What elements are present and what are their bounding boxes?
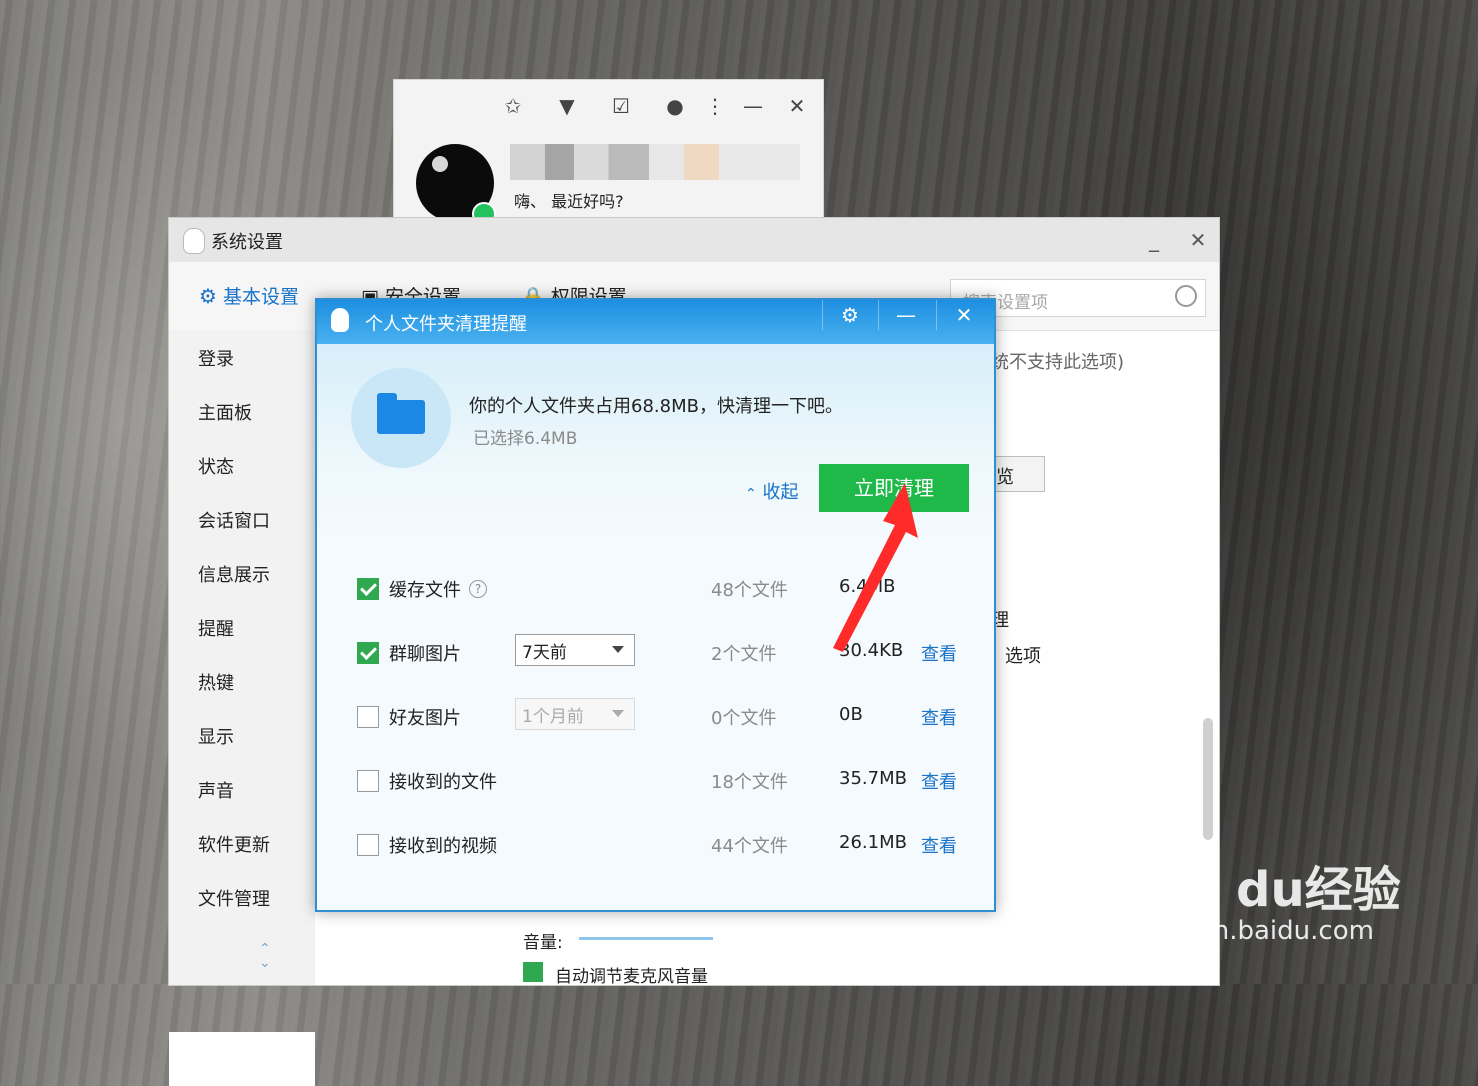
row-count: 2个文件: [711, 644, 777, 665]
sidebar-item[interactable]: 声音: [198, 777, 234, 803]
medal-icon[interactable]: ●: [662, 94, 688, 118]
list-item: 好友图片 1个月前 0个文件 0B 查看: [317, 698, 994, 738]
skin-icon[interactable]: ▼: [554, 94, 580, 118]
list-item: 缓存文件 ? 48个文件 6.4MB: [317, 570, 994, 610]
view-link[interactable]: 查看: [921, 704, 957, 730]
auto-mic-label: 自动调节麦克风音量: [555, 967, 708, 987]
collapse-link[interactable]: ⌃ 收起: [745, 478, 798, 504]
nav-active-bg: [169, 1032, 315, 1086]
qq-penguin-icon: [183, 228, 205, 254]
friend-images-age-select[interactable]: 1个月前: [515, 698, 635, 730]
sidebar-item[interactable]: 信息展示: [198, 561, 270, 587]
list-item: 群聊图片 7天前 2个文件 30.4KB 查看: [317, 634, 994, 674]
row-size: 0B: [839, 704, 863, 725]
chevron-up-icon: ⌃: [745, 486, 757, 502]
row-label: 群聊图片: [389, 644, 461, 665]
selected-size: 已选择6.4MB: [473, 429, 578, 449]
blurred-nickname: [510, 144, 800, 180]
row-label: 缓存文件: [389, 580, 461, 601]
collapse-label: 收起: [762, 482, 799, 503]
list-item: 接收到的视频 44个文件 26.1MB 查看: [317, 826, 994, 866]
qzone-icon[interactable]: ✩: [500, 94, 526, 118]
dialog-minimize-button[interactable]: —: [878, 300, 933, 330]
settings-scrollbar[interactable]: [1203, 718, 1213, 840]
sidebar-item[interactable]: 软件更新: [198, 831, 270, 857]
volume-label: 音量:: [523, 933, 563, 953]
sidebar-item[interactable]: 状态: [198, 453, 234, 479]
browse-label: 览: [996, 467, 1014, 488]
folder-badge: [351, 368, 451, 468]
qq-main-window: ✩ ▼ ☑ ● ⋮ — ✕ 嗨、 最近好吗?: [393, 79, 824, 226]
help-icon[interactable]: ?: [469, 580, 487, 598]
sidebar-item[interactable]: 会话窗口: [198, 507, 270, 533]
dialog-close-button[interactable]: ✕: [936, 300, 991, 330]
watermark-url: jingyan.baidu.com: [1134, 916, 1374, 946]
view-link[interactable]: 查看: [921, 832, 957, 858]
dialog-titlebar: 个人文件夹清理提醒 ⚙ — ✕: [317, 300, 994, 344]
friend-images-checkbox[interactable]: [357, 706, 379, 728]
settings-titlebar: 系统设置 _ ✕: [169, 218, 1219, 262]
sidebar-item[interactable]: 热键: [198, 669, 234, 695]
task-icon[interactable]: ☑: [608, 94, 634, 118]
tab-basic-settings[interactable]: ⚙ 基本设置: [199, 282, 299, 309]
volume-slider[interactable]: [579, 937, 713, 940]
signature-text: 嗨、 最近好吗?: [514, 192, 624, 211]
row-size: 6.4MB: [839, 576, 896, 597]
cache-files-checkbox[interactable]: [357, 578, 379, 600]
row-count: 18个文件: [711, 772, 788, 793]
minimize-icon[interactable]: —: [740, 94, 766, 118]
unsupported-note: 统不支持此选项): [991, 352, 1125, 373]
auto-mic-checkbox[interactable]: [523, 962, 543, 982]
tab-label: 基本设置: [222, 286, 299, 308]
group-images-checkbox[interactable]: [357, 642, 379, 664]
row-label: 好友图片: [389, 708, 461, 729]
baidu-jingyan-watermark: Bai du经验 jingyan.baidu.com: [1134, 830, 1434, 960]
folder-icon: [377, 393, 425, 434]
qq-penguin-icon: [331, 308, 349, 332]
gear-icon: ⚙: [199, 284, 217, 308]
select-value: 7天前: [522, 643, 567, 663]
row-size: 35.7MB: [839, 768, 907, 789]
watermark-brand: Bai du经验: [1134, 862, 1401, 918]
cleanup-dialog: 个人文件夹清理提醒 ⚙ — ✕ 你的个人文件夹占用68.8MB，快清理一下吧。 …: [315, 298, 996, 912]
chevron-down-icon: [612, 646, 624, 653]
more-icon[interactable]: ⋮: [702, 94, 728, 118]
row-size: 30.4KB: [839, 640, 904, 661]
clean-now-button[interactable]: 立即清理: [819, 464, 969, 512]
sidebar-item[interactable]: 文件管理: [198, 885, 270, 911]
settings-close-button[interactable]: ✕: [1185, 228, 1211, 252]
row-count: 48个文件: [711, 580, 788, 601]
dialog-settings-gear-icon[interactable]: ⚙: [822, 300, 877, 330]
avatar-moon: [432, 156, 448, 172]
chevron-down-icon: [612, 710, 624, 717]
group-images-age-select[interactable]: 7天前: [515, 634, 635, 666]
settings-title: 系统设置: [211, 232, 283, 253]
view-link[interactable]: 查看: [921, 768, 957, 794]
sidebar-item[interactable]: 提醒: [198, 615, 234, 641]
dialog-title: 个人文件夹清理提醒: [365, 314, 527, 335]
settings-nav-list: 登录主面板状态会话窗口信息展示提醒热键显示声音软件更新文件管理: [168, 329, 314, 929]
row-count: 0个文件: [711, 708, 777, 729]
dialog-body: 缓存文件 ? 48个文件 6.4MB 群聊图片 7天前 2个文件 30.4KB …: [317, 540, 994, 910]
select-value: 1个月前: [522, 707, 584, 727]
row-size: 26.1MB: [839, 832, 907, 853]
list-item: 接收到的文件 18个文件 35.7MB 查看: [317, 762, 994, 802]
close-icon[interactable]: ✕: [784, 94, 810, 118]
usage-message: 你的个人文件夹占用68.8MB，快清理一下吧。: [469, 396, 843, 417]
sidebar-item[interactable]: 登录: [198, 345, 234, 371]
search-icon[interactable]: [1175, 285, 1197, 307]
settings-minimize-button[interactable]: _: [1141, 228, 1167, 252]
sidebar-item[interactable]: 主面板: [198, 399, 252, 425]
row-label: 接收到的视频: [389, 836, 497, 857]
sidebar-item[interactable]: 显示: [198, 723, 234, 749]
dialog-header: 你的个人文件夹占用68.8MB，快清理一下吧。 已选择6.4MB ⌃ 收起 立即…: [317, 344, 994, 541]
row-label: 接收到的文件: [389, 772, 497, 793]
received-videos-checkbox[interactable]: [357, 834, 379, 856]
nav-scroll-arrows-icon[interactable]: ⌃ ⌄: [259, 942, 271, 970]
options-label: 选项: [1005, 646, 1041, 667]
row-count: 44个文件: [711, 836, 788, 857]
received-files-checkbox[interactable]: [357, 770, 379, 792]
view-link[interactable]: 查看: [921, 640, 957, 666]
